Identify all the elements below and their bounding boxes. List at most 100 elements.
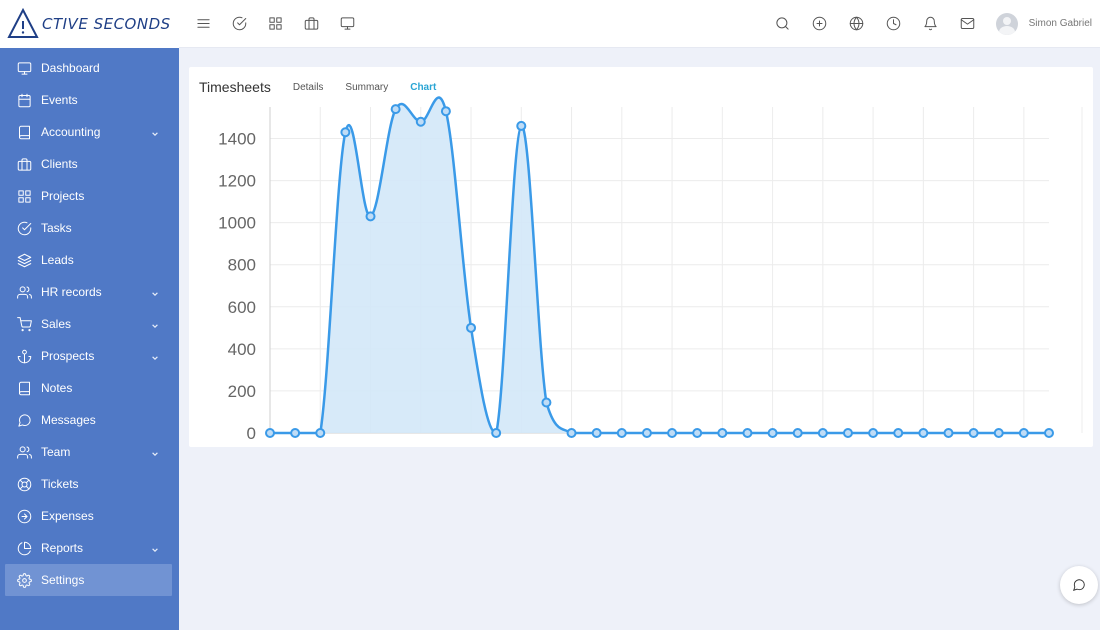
menu-icon[interactable] [185, 6, 221, 42]
data-point[interactable] [817, 428, 828, 438]
data-point[interactable] [390, 104, 401, 115]
anchor-icon [16, 348, 32, 364]
cart-icon [16, 316, 32, 332]
chevron-down-icon [151, 287, 159, 297]
bell-icon[interactable] [912, 6, 949, 42]
data-point[interactable] [993, 428, 1004, 438]
card-tabs: Timesheets Details Summary Chart [199, 79, 458, 95]
y-tick-label: 400 [228, 340, 256, 359]
data-point[interactable] [792, 428, 803, 438]
data-point[interactable] [692, 428, 703, 438]
y-tick-label: 200 [228, 382, 256, 401]
data-point[interactable] [842, 428, 853, 438]
data-point[interactable] [868, 428, 879, 438]
data-point[interactable] [1018, 428, 1029, 438]
sidebar-item-label: Team [41, 445, 71, 459]
data-point[interactable] [616, 428, 627, 438]
y-tick-label: 1000 [218, 214, 256, 233]
chat-button[interactable] [1060, 566, 1098, 604]
data-point[interactable] [968, 428, 979, 438]
sidebar-item-clients[interactable]: Clients [0, 148, 173, 180]
data-point[interactable] [641, 428, 652, 438]
sidebar-item-tickets[interactable]: Tickets [0, 468, 173, 500]
sidebar-item-label: Dashboard [41, 61, 100, 75]
sidebar-item-label: Leads [41, 253, 74, 267]
data-point[interactable] [541, 397, 552, 408]
warning-triangle-icon [7, 7, 39, 38]
sidebar-item-label: Events [41, 93, 78, 107]
sidebar-item-messages[interactable]: Messages [0, 404, 173, 436]
data-point[interactable] [466, 322, 477, 333]
tab-details[interactable]: Details [293, 82, 324, 93]
data-point[interactable] [566, 428, 577, 438]
sidebar-item-tasks[interactable]: Tasks [0, 212, 173, 244]
data-point[interactable] [290, 428, 301, 438]
brand-logo[interactable]: CTIVE SECONDS [0, 0, 179, 48]
sidebar-item-label: Messages [41, 413, 96, 427]
sidebar-item-reports[interactable]: Reports [0, 532, 173, 564]
data-point[interactable] [1044, 428, 1054, 438]
sidebar-item-notes[interactable]: Notes [0, 372, 173, 404]
sidebar-item-prospects[interactable]: Prospects [0, 340, 173, 372]
data-point[interactable] [591, 428, 602, 438]
sidebar-item-dashboard[interactable]: Dashboard [0, 52, 173, 84]
data-point[interactable] [315, 428, 326, 438]
sidebar-item-sales[interactable]: Sales [0, 308, 173, 340]
data-point[interactable] [491, 428, 502, 438]
monitor-icon[interactable] [329, 6, 365, 42]
sidebar-item-team[interactable]: Team [0, 436, 173, 468]
tab-chart[interactable]: Chart [410, 82, 436, 93]
sidebar: Dashboard Events Accounting Clients Projects… [0, 48, 179, 630]
chevron-down-icon [151, 127, 159, 137]
search-icon[interactable] [764, 6, 801, 42]
data-point[interactable] [265, 428, 275, 438]
monitor-icon [16, 60, 32, 76]
sidebar-item-label: Expenses [41, 509, 94, 523]
user-avatar[interactable] [995, 12, 1018, 35]
sidebar-item-accounting[interactable]: Accounting [0, 116, 173, 148]
check-circle-icon[interactable] [221, 6, 257, 42]
data-point[interactable] [365, 211, 376, 222]
topbar: Simon Gabriel [179, 0, 1100, 48]
sidebar-item-leads[interactable]: Leads [0, 244, 173, 276]
sidebar-item-label: Notes [41, 381, 73, 395]
chevron-down-icon [151, 447, 159, 457]
sidebar-item-label: Accounting [41, 125, 101, 139]
briefcase-icon[interactable] [293, 6, 329, 42]
sidebar-item-hr-records[interactable]: HR records [0, 276, 173, 308]
data-point[interactable] [340, 127, 351, 138]
mail-icon[interactable] [949, 6, 986, 42]
data-point[interactable] [440, 106, 451, 117]
sidebar-item-label: Tasks [41, 221, 72, 235]
data-point[interactable] [742, 428, 753, 438]
plus-circle-icon[interactable] [801, 6, 838, 42]
clock-icon[interactable] [875, 6, 912, 42]
data-point[interactable] [918, 428, 929, 438]
data-point[interactable] [943, 428, 954, 438]
data-point[interactable] [767, 428, 778, 438]
data-point[interactable] [667, 428, 678, 438]
data-point[interactable] [893, 428, 904, 438]
life-buoy-icon [16, 476, 32, 492]
sidebar-item-settings[interactable]: Settings [5, 564, 172, 596]
sidebar-item-events[interactable]: Events [0, 84, 173, 116]
y-tick-label: 1200 [218, 172, 256, 191]
tab-summary[interactable]: Summary [345, 82, 388, 93]
message-circle-icon [16, 412, 32, 428]
layers-icon [16, 252, 32, 268]
data-point[interactable] [415, 116, 426, 127]
chevron-down-icon [151, 351, 159, 361]
users-icon [16, 444, 32, 460]
sidebar-item-projects[interactable]: Projects [0, 180, 173, 212]
data-point[interactable] [516, 120, 527, 131]
globe-icon[interactable] [838, 6, 875, 42]
data-point[interactable] [717, 428, 728, 438]
user-name[interactable]: Simon Gabriel [1029, 18, 1092, 29]
sidebar-item-label: Reports [41, 541, 84, 555]
y-tick-label: 600 [228, 298, 256, 317]
sidebar-item-expenses[interactable]: Expenses [0, 500, 173, 532]
sidebar-item-label: Tickets [41, 477, 79, 491]
chevron-down-icon [151, 543, 159, 553]
grid-icon[interactable] [257, 6, 293, 42]
y-tick-label: 1400 [218, 130, 256, 149]
